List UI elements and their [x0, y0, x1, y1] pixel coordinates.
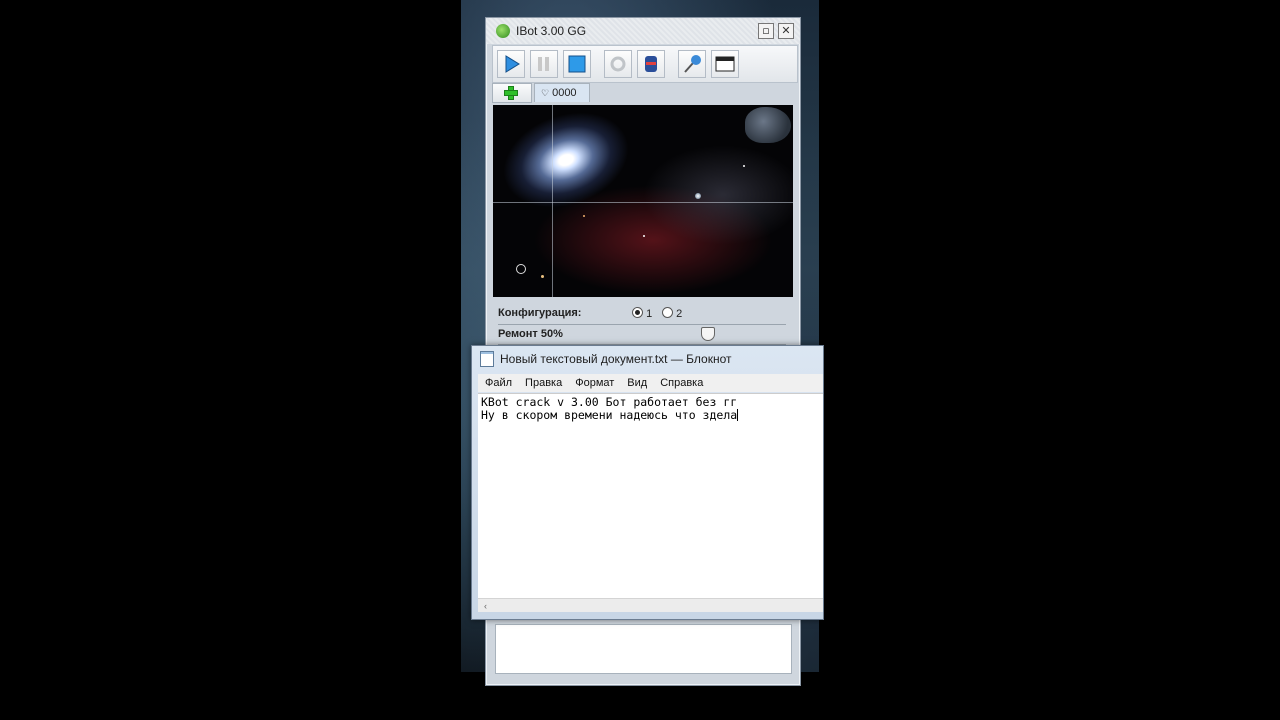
- pause-icon: [538, 57, 549, 71]
- crosshair-vertical: [552, 105, 553, 297]
- pause-button[interactable]: [530, 50, 558, 78]
- stop-icon: [568, 55, 586, 73]
- star: [541, 275, 544, 278]
- stop-button[interactable]: [563, 50, 591, 78]
- notepad-text-area[interactable]: KBot crack v 3.00 Бот работает без гг Ну …: [478, 393, 823, 598]
- text-caret: [737, 409, 739, 421]
- gear-icon: [610, 56, 626, 72]
- add-tab-button[interactable]: [492, 83, 532, 103]
- text-line-2: Ну в скором времени надеюсь что здела: [481, 408, 739, 422]
- play-button[interactable]: [497, 50, 525, 78]
- database-icon: [645, 56, 657, 72]
- config-option-1[interactable]: 1: [632, 307, 652, 320]
- divider: [498, 324, 786, 325]
- ship-marker: [516, 264, 526, 274]
- pin-button[interactable]: [678, 50, 706, 78]
- plus-icon: [504, 86, 518, 100]
- console-button[interactable]: [711, 50, 739, 78]
- scroll-left-arrow[interactable]: ‹: [484, 601, 487, 611]
- star: [583, 215, 585, 217]
- tab-label: 0000: [552, 87, 577, 99]
- minimap-view[interactable]: [493, 105, 793, 297]
- notepad-titlebar[interactable]: Новый текстовый документ.txt — Блокнот: [472, 346, 823, 372]
- notepad-window: Новый текстовый документ.txt — Блокнот Ф…: [471, 345, 824, 620]
- config-option-2[interactable]: 2: [662, 307, 682, 320]
- kbot-titlebar[interactable]: IBot 3.00 GG ▫ ✕: [486, 18, 800, 44]
- radio-unselected[interactable]: [662, 307, 673, 318]
- menu-format[interactable]: Формат: [568, 374, 620, 392]
- crosshair-horizontal: [493, 202, 793, 203]
- radio-selected[interactable]: [632, 307, 643, 318]
- notepad-window-title: Новый текстовый документ.txt — Блокнот: [500, 352, 732, 366]
- asteroid: [745, 107, 791, 143]
- kbot-window-title: IBot 3.00 GG: [516, 24, 587, 38]
- pin-icon: [684, 55, 701, 73]
- log-area[interactable]: [495, 624, 792, 674]
- alien-icon: [496, 24, 510, 38]
- heart-icon: ♡: [541, 87, 550, 98]
- repair-label: Ремонт 50%: [498, 328, 563, 340]
- notepad-menubar: Файл Правка Формат Вид Справка: [478, 374, 823, 392]
- notepad-icon: [480, 351, 494, 367]
- tab-0000[interactable]: ♡ 0000: [534, 83, 590, 102]
- config-label: Конфигурация:: [498, 307, 582, 319]
- nebula-grey: [643, 145, 793, 245]
- config-row: Конфигурация: 1 2: [498, 307, 788, 323]
- repair-slider-thumb[interactable]: [701, 327, 715, 341]
- menu-edit[interactable]: Правка: [518, 374, 568, 392]
- star: [695, 193, 701, 199]
- database-button[interactable]: [637, 50, 665, 78]
- menu-file[interactable]: Файл: [478, 374, 518, 392]
- menu-view[interactable]: Вид: [620, 374, 653, 392]
- menu-help[interactable]: Справка: [653, 374, 709, 392]
- kbot-toolbar: [492, 45, 798, 83]
- close-button[interactable]: ✕: [778, 23, 794, 39]
- star: [743, 165, 745, 167]
- console-icon: [715, 56, 735, 72]
- play-icon: [505, 55, 520, 73]
- horizontal-scrollbar[interactable]: ‹: [478, 598, 823, 612]
- restore-button[interactable]: ▫: [758, 23, 774, 39]
- star: [643, 235, 645, 237]
- tool-disabled-button[interactable]: [604, 50, 632, 78]
